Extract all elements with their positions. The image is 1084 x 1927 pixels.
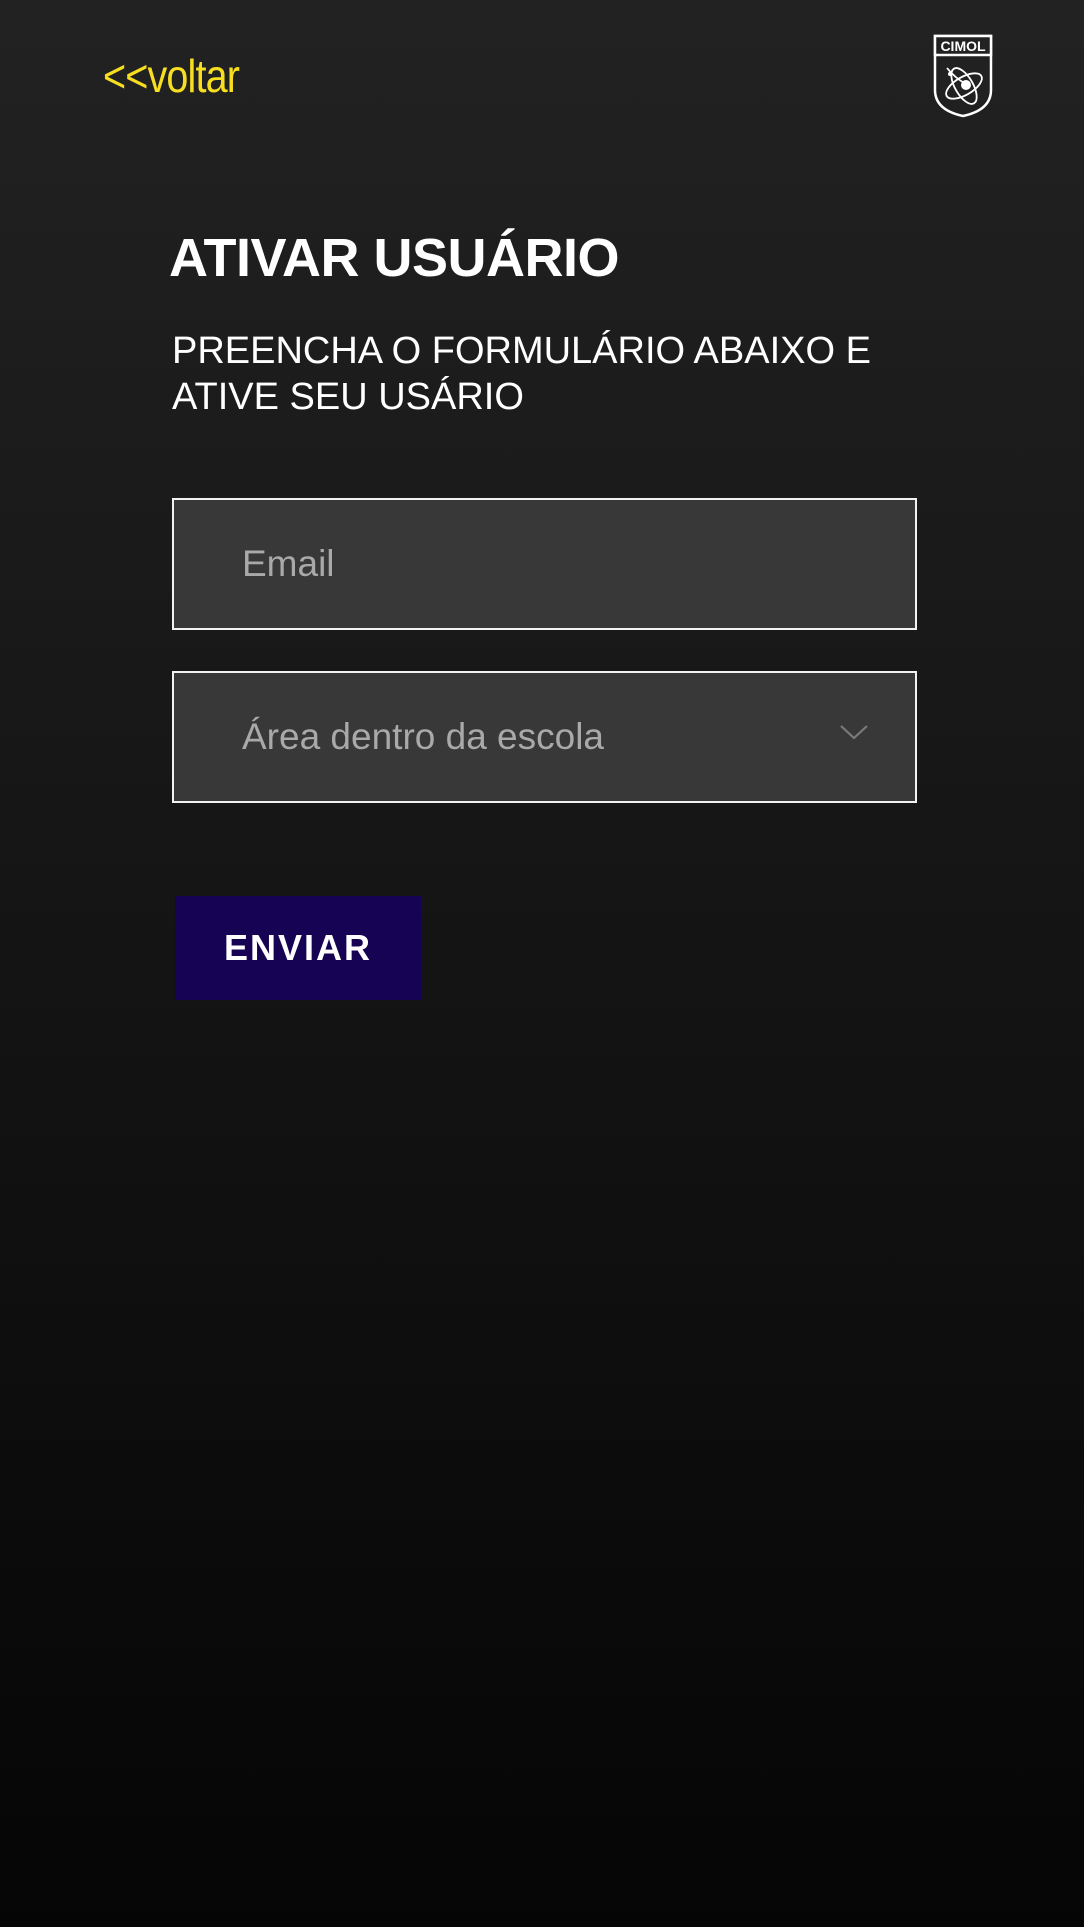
submit-button[interactable]: ENVIAR <box>175 896 421 1000</box>
cimol-logo: CIMOL <box>933 34 993 118</box>
chevron-down-icon <box>840 725 868 740</box>
email-field[interactable]: Email <box>172 498 917 630</box>
area-select-placeholder: Área dentro da escola <box>242 716 605 757</box>
area-select[interactable]: Área dentro da escola <box>172 671 917 803</box>
page-title: ATIVAR USUÁRIO <box>169 228 620 288</box>
logo-text: CIMOL <box>940 38 986 54</box>
email-placeholder: Email <box>242 543 335 584</box>
back-link[interactable]: <<voltar <box>103 48 240 104</box>
page-subtitle: PREENCHA O FORMULÁRIO ABAIXO E ATIVE SEU… <box>172 330 871 418</box>
